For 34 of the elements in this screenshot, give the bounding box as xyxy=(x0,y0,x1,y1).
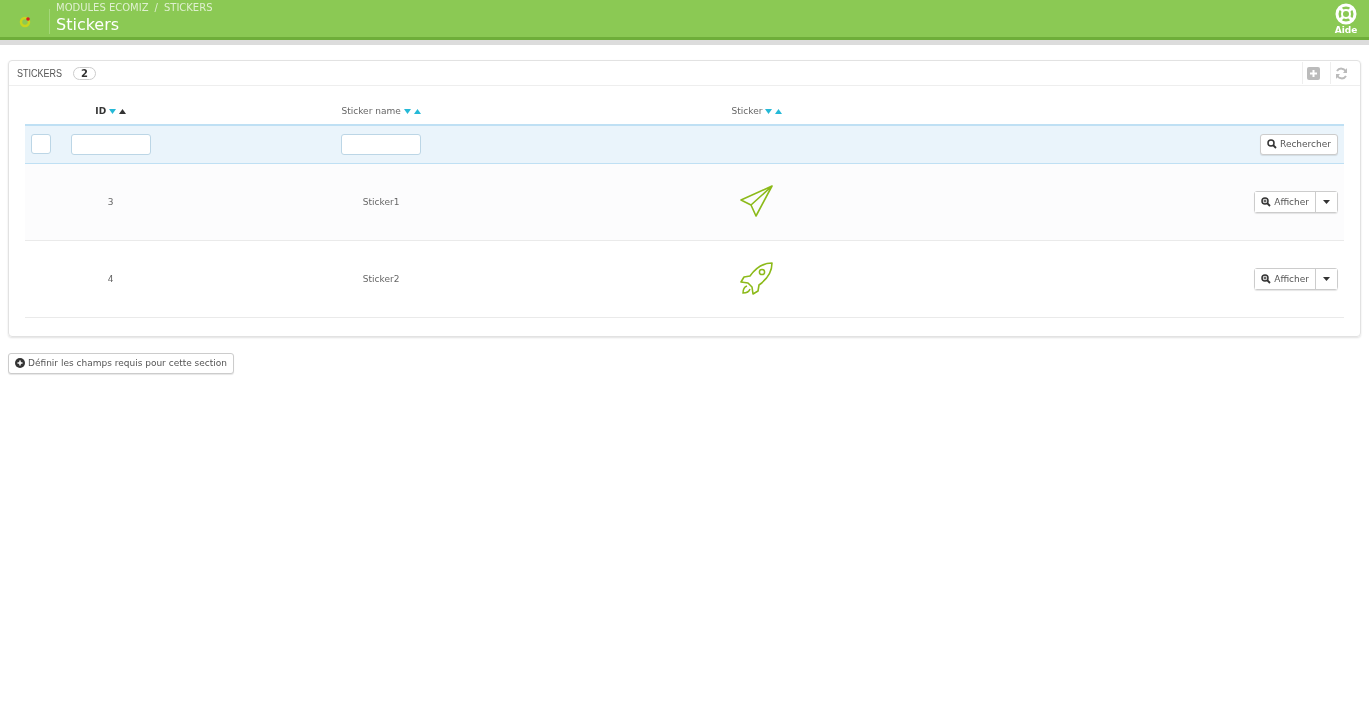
search-button[interactable]: Rechercher xyxy=(1260,133,1338,155)
dropdown-toggle[interactable] xyxy=(1315,268,1337,289)
sort-descending-icon[interactable] xyxy=(765,108,773,114)
column-header: Sticker xyxy=(731,106,763,116)
name-filter-field[interactable] xyxy=(341,133,422,155)
column-header: ID xyxy=(95,106,107,116)
select-all-checkbox[interactable] xyxy=(31,134,51,155)
sort-descending-icon[interactable] xyxy=(403,108,411,114)
name-cell: Sticker2 xyxy=(156,240,606,317)
column-header: Sticker name xyxy=(341,106,401,116)
page-title: Stickers xyxy=(56,15,121,34)
logo-icon xyxy=(18,15,31,28)
breadcrumb-separator: / xyxy=(154,2,158,13)
dropdown-toggle[interactable] xyxy=(1315,191,1337,212)
id-filter-field[interactable] xyxy=(70,133,151,155)
sort-ascending-icon[interactable] xyxy=(119,108,127,114)
name-cell: Sticker1 xyxy=(156,163,606,240)
refresh-icon xyxy=(1335,66,1348,80)
caret-icon xyxy=(1323,276,1330,281)
caret-icon xyxy=(1323,199,1330,204)
zoom-in-icon xyxy=(1261,196,1272,207)
plus-square-icon xyxy=(1307,66,1320,80)
zoom-in-icon xyxy=(1261,273,1272,284)
view-button[interactable]: Afficher xyxy=(1255,268,1315,289)
panel-title: STICKERS xyxy=(17,67,62,79)
id-cell: 3 xyxy=(64,163,157,240)
lifebuoy-icon xyxy=(1335,2,1357,25)
define-required-fields-button[interactable]: Définir les champs requis pour cette section xyxy=(8,352,235,374)
id-cell: 4 xyxy=(64,240,157,317)
paper-plane-icon xyxy=(740,184,774,217)
view-button[interactable]: Afficher xyxy=(1255,191,1315,212)
plus-circle-icon xyxy=(15,358,25,368)
search-icon xyxy=(1267,139,1278,150)
rocket-icon xyxy=(740,260,774,295)
